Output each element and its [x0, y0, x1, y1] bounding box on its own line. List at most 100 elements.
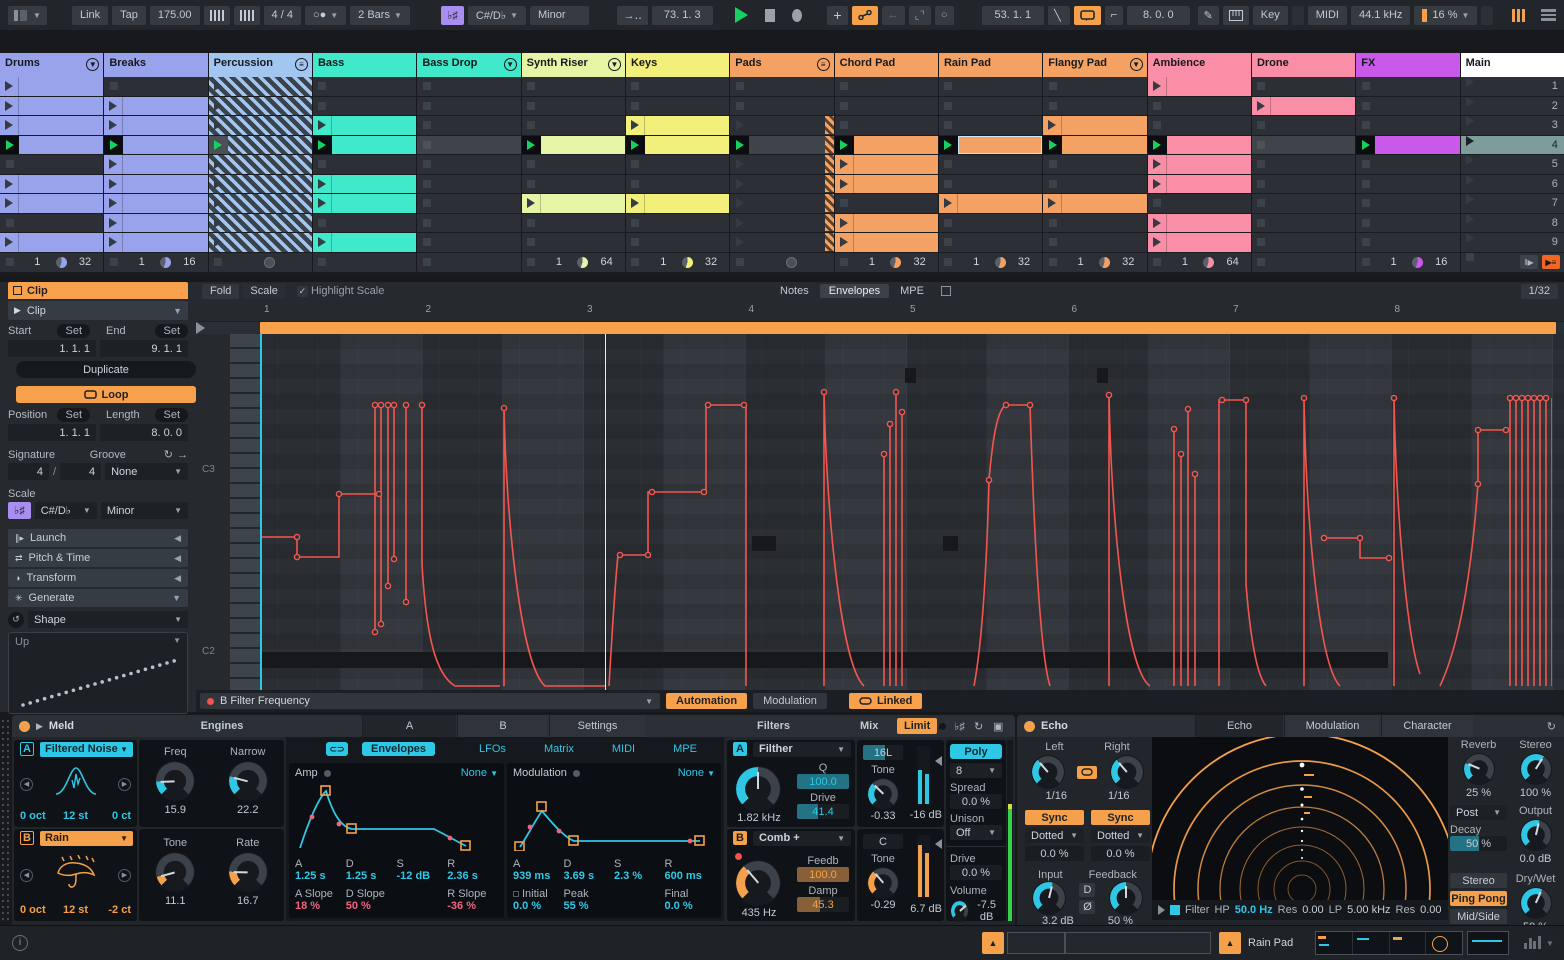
clip[interactable] [1147, 233, 1251, 253]
automation-arm-button[interactable] [851, 5, 878, 25]
decay-value[interactable]: 50 % [1450, 836, 1507, 851]
limit-button[interactable]: Limit [897, 718, 938, 734]
mix-a-meter[interactable] [917, 746, 930, 804]
echo-hotswap-icon[interactable]: ↻ [1547, 720, 1556, 733]
reverb-value[interactable]: 25 % [1450, 787, 1507, 799]
scene-4[interactable]: 4 [1460, 135, 1564, 155]
subtab-midi[interactable]: MIDI [612, 743, 635, 755]
piano-keys[interactable] [230, 334, 260, 690]
amp-sustain[interactable]: -12 dB [397, 870, 448, 882]
echo-tunnel-display[interactable] [1152, 737, 1448, 900]
echo-title-bar[interactable]: Echo Echo Modulation Character ↻ [1017, 715, 1564, 737]
metronome-icon[interactable] [233, 5, 260, 25]
clip[interactable] [1043, 116, 1147, 136]
echo-link-button[interactable] [1077, 765, 1098, 779]
device-view-selector-button[interactable]: ▲ [1219, 932, 1241, 954]
output-knob[interactable] [1519, 819, 1552, 851]
amp-mod-target[interactable]: None ▼ [461, 767, 498, 779]
clip-stop-button[interactable] [521, 155, 625, 175]
clip-stop-button[interactable] [1356, 96, 1460, 116]
loop-length-field[interactable]: 8. 0. 0 [100, 424, 188, 441]
tab-mpe[interactable]: MPE [891, 284, 933, 298]
clip-playing[interactable] [104, 135, 208, 155]
engine-b-semi[interactable]: 12 st [57, 904, 94, 916]
automation-toggle[interactable]: Automation [666, 693, 748, 709]
scene-1[interactable]: 1 [1460, 77, 1564, 97]
reverb-position-selector[interactable]: Post ▼ [1450, 805, 1507, 820]
clip-stop-button[interactable] [312, 213, 417, 233]
clip-stop-button[interactable] [938, 213, 1043, 233]
echo-filter-on-icon[interactable] [1170, 905, 1180, 915]
clip-stop-button[interactable] [521, 96, 625, 116]
clip-playing[interactable] [312, 135, 417, 155]
mod-release[interactable]: 600 ms [665, 870, 716, 882]
clip-stop-button[interactable] [1356, 155, 1460, 175]
clip-stop-button[interactable] [1251, 194, 1356, 214]
clip-stop-button[interactable] [1356, 77, 1460, 97]
meld-power-button[interactable] [19, 720, 30, 732]
signature-denominator-field[interactable]: 4 [60, 463, 102, 480]
mod-peak[interactable]: 55 % [564, 900, 615, 912]
clip[interactable] [312, 174, 417, 194]
loop-position-field[interactable]: 1. 1. 1 [8, 424, 96, 441]
echo-left-mode[interactable]: Dotted ▼ [1025, 828, 1084, 843]
echo-right-mode[interactable]: Dotted ▼ [1091, 828, 1150, 843]
clip[interactable] [104, 155, 208, 175]
clip-stop-button[interactable] [417, 213, 521, 233]
meld-tab-a[interactable]: A [362, 715, 456, 737]
signature-numerator-field[interactable]: 4 [8, 463, 50, 480]
track-header-drums[interactable]: Drums ▼ [0, 53, 104, 77]
subtab-matrix[interactable]: Matrix [544, 743, 574, 755]
groove-selector[interactable]: None ▼ [105, 463, 189, 480]
scene-8[interactable]: 8 [1460, 213, 1564, 233]
stereo-width-value[interactable]: 100 % [1507, 787, 1564, 799]
clip[interactable] [1251, 96, 1356, 116]
engine-b-selector[interactable]: Rain ▼ [40, 830, 133, 846]
echo-left-sync[interactable]: Sync [1025, 810, 1084, 825]
clip-stop-button[interactable] [625, 155, 730, 175]
output-value[interactable]: 0.0 dB [1507, 853, 1564, 865]
mix-b-level-handle[interactable] [935, 839, 942, 849]
clip[interactable] [0, 233, 104, 253]
group-slot[interactable] [730, 155, 834, 175]
scene-3[interactable]: 3 [1460, 116, 1564, 136]
clip-stop-button[interactable] [417, 194, 521, 214]
scene-5[interactable]: 5 [1460, 155, 1564, 175]
clip-hatched[interactable] [208, 155, 312, 175]
voice-drive-value[interactable]: 0.0 % [950, 865, 1002, 880]
clip-stop-button[interactable] [1356, 116, 1460, 136]
track-header-flangy-pad[interactable]: Flangy Pad ▼ [1043, 53, 1147, 77]
engine-a-semi[interactable]: 12 st [57, 810, 94, 822]
follow-button[interactable]: →‥ [617, 5, 648, 25]
tap-tempo-button[interactable]: Tap [112, 5, 146, 25]
clip-stop-button[interactable] [1356, 213, 1460, 233]
clip-hatched[interactable] [208, 194, 312, 214]
track-header-ambience[interactable]: Ambience [1147, 53, 1251, 77]
groove-commit-icon[interactable]: → [177, 449, 188, 461]
clip[interactable] [521, 194, 625, 214]
clip-stop-button[interactable] [417, 155, 521, 175]
clip-stop-button[interactable] [1043, 96, 1147, 116]
echo-power-button[interactable] [1024, 720, 1035, 732]
echo-right-sync[interactable]: Sync [1091, 810, 1150, 825]
clip[interactable] [104, 116, 208, 136]
scale-fold-button[interactable]: Scale [242, 283, 286, 299]
engine-b-cents[interactable]: -2 ct [94, 904, 131, 916]
stereo-mode-button[interactable]: Stereo [1450, 873, 1507, 888]
poly-button[interactable]: Poly [950, 744, 1002, 759]
clip-hatched-playing[interactable] [208, 135, 312, 155]
output-meter-icon[interactable] [1524, 936, 1541, 949]
clip[interactable] [1043, 194, 1147, 214]
mod-decay[interactable]: 3.69 s [564, 870, 615, 882]
clip-stop-button[interactable] [938, 155, 1043, 175]
clip-stop-button[interactable] [521, 233, 625, 253]
back-to-arrangement-button[interactable]: ▶≡ [1541, 255, 1560, 269]
subtab-mpe[interactable]: MPE [673, 743, 697, 755]
modenv-mod-target[interactable]: None ▼ [678, 767, 715, 779]
scene-2[interactable]: 2 [1460, 96, 1564, 116]
clip-hatched[interactable] [208, 233, 312, 253]
mix-a-tone-knob[interactable] [867, 778, 899, 810]
clip-playing[interactable] [0, 135, 104, 155]
clip-start-field[interactable]: 1. 1. 1 [8, 340, 96, 357]
scale-icon[interactable]: ♭♯ [441, 5, 464, 25]
